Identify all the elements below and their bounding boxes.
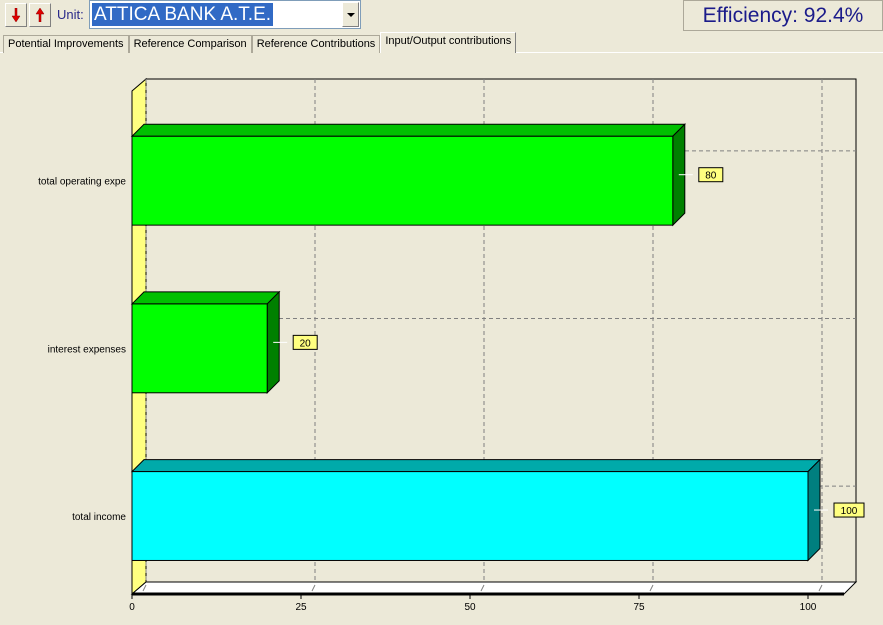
arrow-down-icon [11, 8, 21, 22]
bar-top [130, 291, 281, 305]
x-tick-label: 25 [295, 602, 307, 613]
unit-select[interactable]: ATTICA BANK A.T.E. [89, 0, 361, 29]
x-tick-label: 75 [633, 602, 645, 613]
chart-panel: 0 25 50 75 100 80 total operating expe 20 intere… [0, 52, 883, 625]
x-tick-label: 100 [800, 602, 817, 613]
x-tick-label: 0 [129, 602, 135, 613]
bar [131, 303, 268, 394]
data-label: 80 [705, 171, 717, 182]
bar-chart: 0 25 50 75 100 80 total operating expe 20 intere… [38, 77, 865, 613]
tab-potential-improvements[interactable]: Potential Improvements [3, 35, 129, 53]
unit-label: Unit: [57, 7, 84, 22]
tab-input-output-contributions[interactable]: Input/Output contributions [380, 32, 517, 53]
unit-value: ATTICA BANK A.T.E. [92, 3, 274, 26]
bar [131, 471, 809, 561]
x-tick-label: 50 [464, 602, 476, 613]
arrow-up-icon [35, 8, 45, 22]
y-category-label: total operating expe [38, 177, 126, 188]
tab-bar: Potential Improvements Reference Compari… [3, 32, 517, 53]
chart-floor [130, 581, 858, 595]
data-label: 20 [300, 338, 312, 349]
data-label: 100 [841, 506, 858, 517]
bar-top [130, 459, 822, 473]
tab-reference-contributions[interactable]: Reference Contributions [251, 35, 381, 53]
next-unit-button[interactable] [29, 3, 51, 27]
previous-unit-button[interactable] [5, 3, 27, 27]
bar-top [130, 123, 687, 137]
efficiency-display: Efficiency: 92.4% [683, 0, 883, 31]
bar [131, 135, 674, 226]
y-category-label: total income [72, 512, 126, 523]
chevron-down-icon[interactable] [342, 2, 359, 27]
y-category-label: interest expenses [48, 344, 126, 355]
tab-reference-comparison[interactable]: Reference Comparison [128, 35, 252, 53]
